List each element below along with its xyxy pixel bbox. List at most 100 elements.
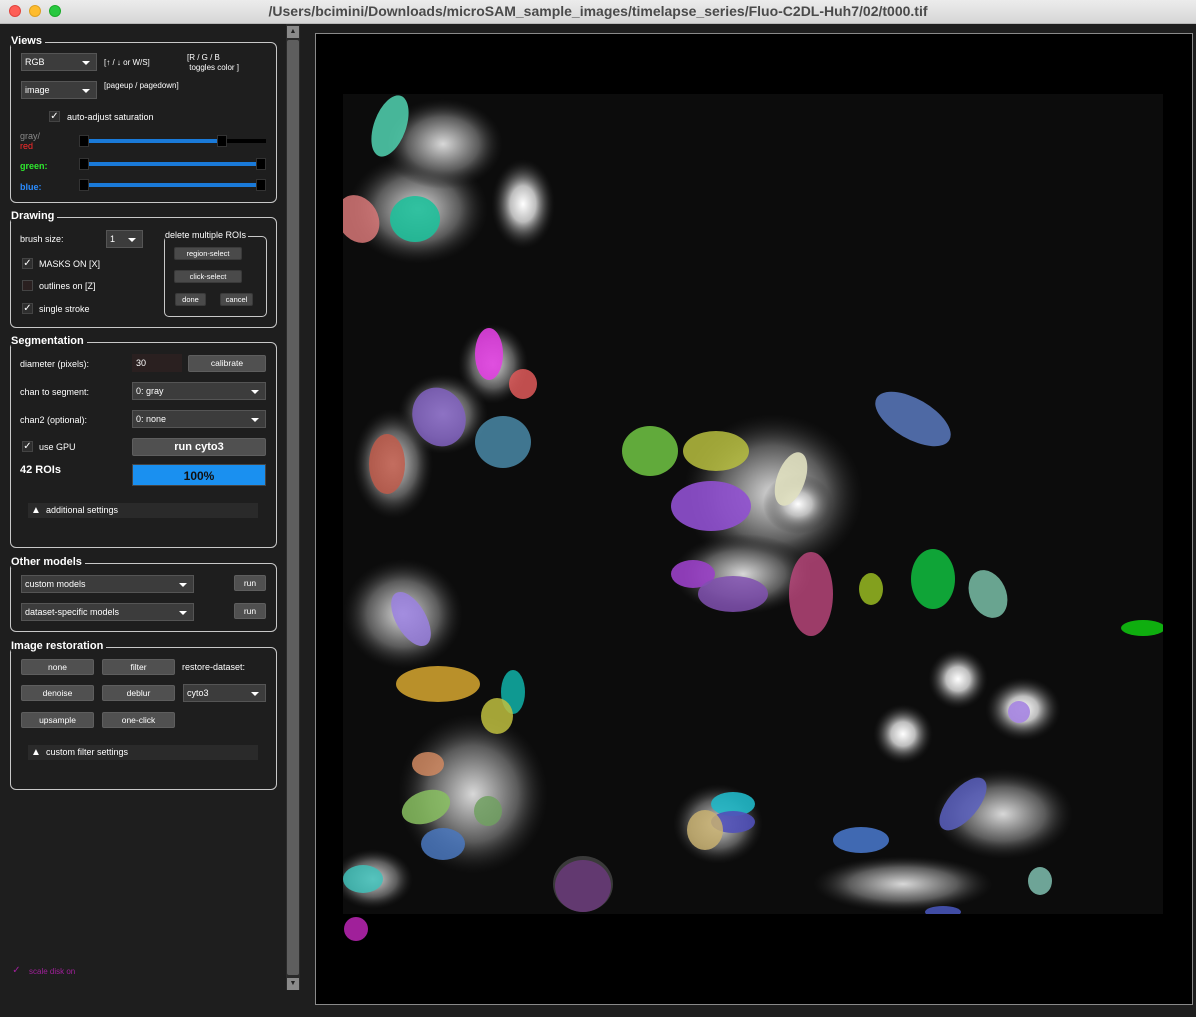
check-icon: ✓: [23, 441, 32, 452]
scroll-thumb[interactable]: [287, 40, 299, 975]
segmentation-overlay: [333, 95, 1165, 918]
green-label: green:: [20, 161, 48, 171]
green-slider-fill: [81, 162, 266, 166]
bright-cell: [491, 159, 555, 249]
drawing-group: Drawing brush size: 1 ✓ MASKS ON [X] out…: [10, 210, 277, 328]
custom-models-value: custom models: [25, 579, 86, 589]
custom-filter-settings-toggle[interactable]: ▲ custom filter settings: [28, 745, 258, 760]
roi-mask: [1028, 867, 1052, 895]
restore-upsample-button[interactable]: upsample: [21, 712, 94, 728]
restore-deblur-button[interactable]: deblur: [102, 685, 175, 701]
gray-slider-max-handle[interactable]: [217, 135, 228, 147]
roi-mask: [396, 666, 480, 702]
window-title: /Users/bcimini/Downloads/microSAM_sample…: [268, 3, 928, 19]
green-slider-min-handle[interactable]: [79, 158, 89, 170]
bright-cell: [928, 649, 988, 709]
views-title: Views: [11, 35, 45, 47]
roi-mask: [475, 328, 503, 380]
image-restoration-title: Image restoration: [11, 640, 107, 652]
chan2-label: chan2 (optional):: [20, 415, 88, 425]
restore-dataset-select[interactable]: cyto3: [183, 684, 266, 702]
rgb-toggle-hint: [R / G / B toggles color ]: [187, 53, 240, 72]
panel-scrollbar[interactable]: ▲ ▼: [286, 24, 300, 990]
diameter-input[interactable]: 30: [132, 354, 182, 372]
microscopy-image[interactable]: [333, 94, 1165, 918]
restore-none-button[interactable]: none: [21, 659, 94, 675]
run-dataset-model-button[interactable]: run: [234, 603, 266, 619]
check-icon: ✓: [12, 965, 21, 976]
chevron-down-icon: [251, 418, 259, 422]
use-gpu-label: use GPU: [39, 442, 76, 452]
use-gpu-checkbox[interactable]: ✓: [22, 441, 33, 452]
brush-size-select[interactable]: 1: [106, 230, 143, 248]
roi-count: 42 ROIs: [20, 464, 61, 476]
blue-slider-max-handle[interactable]: [256, 179, 266, 191]
roi-mask: [555, 860, 611, 912]
restore-dataset-value: cyto3: [187, 688, 209, 698]
restore-denoise-button[interactable]: denoise: [21, 685, 94, 701]
run-custom-model-button[interactable]: run: [234, 575, 266, 591]
run-cyto3-button[interactable]: run cyto3: [132, 438, 266, 456]
window-titlebar: /Users/bcimini/Downloads/microSAM_sample…: [0, 0, 1196, 24]
bright-cell: [873, 704, 933, 764]
roi-mask: [474, 796, 502, 826]
gray-slider-min-handle[interactable]: [79, 135, 89, 147]
scroll-down-icon[interactable]: ▼: [287, 978, 299, 990]
single-stroke-checkbox[interactable]: ✓: [22, 303, 33, 314]
check-icon: ✓: [50, 111, 59, 122]
scroll-up-icon[interactable]: ▲: [287, 26, 299, 38]
roi-mask: [390, 196, 440, 242]
restore-one-click-button[interactable]: one-click: [102, 712, 175, 728]
segmentation-title: Segmentation: [11, 335, 87, 347]
restore-filter-button[interactable]: filter: [102, 659, 175, 675]
views-group: Views RGB [↑ / ↓ or W/S] [R / G / B togg…: [10, 35, 277, 203]
masks-checkbox[interactable]: ✓: [22, 258, 33, 269]
roi-mask: [1008, 701, 1030, 723]
roi-mask: [875, 391, 951, 447]
green-slider-max-handle[interactable]: [256, 158, 266, 170]
roi-mask: [911, 549, 955, 609]
blue-slider-min-handle[interactable]: [79, 179, 89, 191]
auto-adjust-checkbox[interactable]: ✓: [49, 111, 60, 122]
roi-mask: [1121, 620, 1165, 636]
color-mode-value: RGB: [25, 57, 45, 67]
diameter-label: diameter (pixels):: [20, 359, 90, 369]
delete-rois-title: delete multiple ROIs: [165, 230, 249, 240]
blue-label: blue:: [20, 182, 42, 192]
custom-filter-settings-label: custom filter settings: [46, 747, 129, 757]
chevron-down-icon: [251, 390, 259, 394]
dataset-models-select[interactable]: dataset-specific models: [21, 603, 194, 621]
red-label: red: [20, 141, 34, 151]
brush-size-value: 1: [110, 234, 116, 244]
gray-label: gray/: [20, 131, 41, 141]
view-mode-select[interactable]: image: [21, 81, 97, 99]
roi-mask: [421, 828, 465, 860]
check-icon: ✓: [23, 303, 32, 314]
segmentation-group: Segmentation diameter (pixels): 30 calib…: [10, 335, 277, 548]
region-select-button[interactable]: region-select: [174, 247, 242, 260]
scale-disk: [344, 917, 368, 941]
color-mode-select[interactable]: RGB: [21, 53, 97, 71]
control-panel: Views RGB [↑ / ↓ or W/S] [R / G / B togg…: [0, 24, 286, 1017]
color-hint: [↑ / ↓ or W/S]: [104, 58, 150, 67]
outlines-checkbox[interactable]: [22, 280, 33, 291]
restore-dataset-label: restore-dataset:: [182, 662, 246, 672]
view-hint: [pageup / pagedown]: [104, 81, 179, 90]
scale-disk-checkbox[interactable]: ✓: [11, 965, 22, 976]
roi-mask: [481, 698, 513, 734]
triangle-up-icon: ▲: [31, 505, 41, 516]
roi-mask: [687, 810, 723, 850]
chevron-down-icon: [128, 238, 136, 242]
chan-select[interactable]: 0: gray: [132, 382, 266, 400]
done-button[interactable]: done: [175, 293, 206, 306]
roi-mask: [968, 570, 1008, 618]
chan2-value: 0: none: [136, 414, 167, 424]
roi-mask: [412, 752, 444, 776]
cancel-button[interactable]: cancel: [220, 293, 253, 306]
chan-label: chan to segment:: [20, 387, 90, 397]
custom-models-select[interactable]: custom models: [21, 575, 194, 593]
chan2-select[interactable]: 0: none: [132, 410, 266, 428]
additional-settings-toggle[interactable]: ▲ additional settings: [28, 503, 258, 518]
click-select-button[interactable]: click-select: [174, 270, 242, 283]
calibrate-button[interactable]: calibrate: [188, 355, 266, 372]
